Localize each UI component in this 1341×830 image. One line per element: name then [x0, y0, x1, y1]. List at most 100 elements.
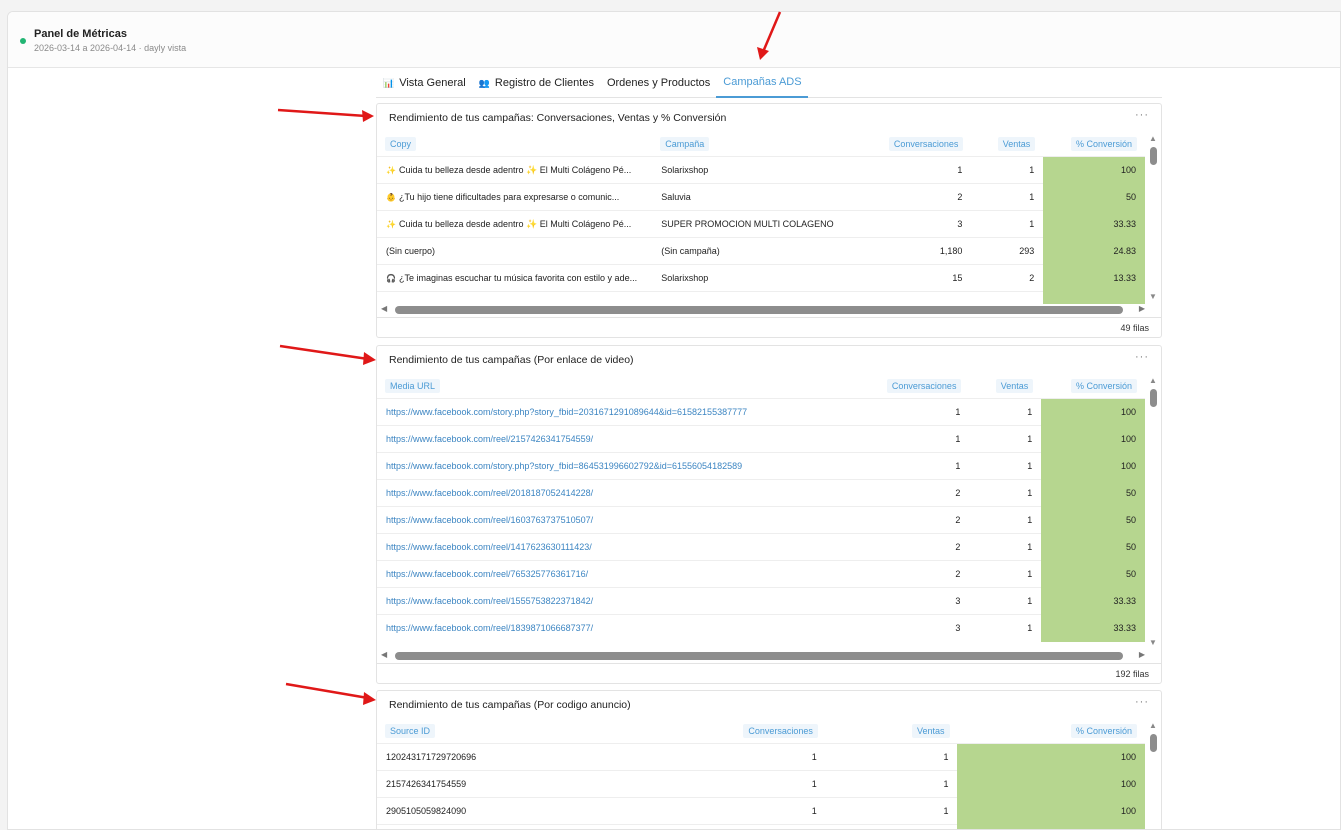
- column-header-conversion[interactable]: % Conversión: [1043, 132, 1145, 156]
- scroll-thumb[interactable]: [1150, 389, 1157, 407]
- card-title: Rendimiento de tus campañas (Por enlace …: [389, 354, 634, 366]
- column-header-sales[interactable]: Ventas: [826, 719, 958, 743]
- scroll-up-icon[interactable]: ▲: [1147, 134, 1159, 144]
- media-url-link[interactable]: https://www.facebook.com/reel/1603763737…: [377, 507, 882, 534]
- table-row[interactable]: ✨ Cuida tu belleza desde adentro ✨ El Mul…: [377, 210, 1145, 238]
- chart-icon: 📊: [383, 77, 395, 88]
- more-options-icon[interactable]: ···: [1135, 109, 1149, 121]
- column-header-conversations[interactable]: Conversaciones: [880, 132, 972, 156]
- table-row[interactable]: https://www.facebook.com/reel/1417623630…: [377, 533, 1145, 561]
- column-header-conversion[interactable]: % Conversión: [1041, 374, 1145, 398]
- scroll-up-icon[interactable]: ▲: [1147, 721, 1159, 731]
- horizontal-scrollbar[interactable]: ◀ ▶: [381, 304, 1145, 316]
- cell-campaign: Solarixshop: [661, 165, 709, 175]
- cell-conversion: 50: [1041, 560, 1145, 588]
- cell-conversations: 1: [955, 434, 961, 444]
- cell-conversations: 2: [955, 515, 961, 525]
- media-url-link[interactable]: https://www.facebook.com/reel/2018187052…: [377, 480, 882, 507]
- cell-source-id: 120243171729720696: [386, 752, 477, 762]
- scroll-right-icon[interactable]: ▶: [1139, 304, 1145, 313]
- table-row[interactable]: 🎧 ¿Te imaginas escuchar tu música favorit…: [377, 264, 1145, 292]
- cell-conversion: 50: [1043, 183, 1145, 211]
- tab-campanas-ads[interactable]: Campañas ADS: [716, 69, 808, 98]
- more-options-icon[interactable]: ···: [1135, 696, 1149, 708]
- cell-sales: 293: [1019, 246, 1035, 256]
- media-url-link[interactable]: https://www.facebook.com/story.php?story…: [377, 453, 882, 480]
- vertical-scrollbar[interactable]: ▲ ▼: [1147, 134, 1159, 302]
- vertical-scrollbar[interactable]: ▲: [1147, 721, 1159, 829]
- card-title: Rendimiento de tus campañas (Por codigo …: [389, 699, 631, 711]
- table-row[interactable]: https://www.facebook.com/reel/1603763737…: [377, 506, 1145, 534]
- column-header-source-id[interactable]: Source ID: [377, 719, 742, 743]
- cell-sales: 1: [1029, 219, 1035, 229]
- table-row[interactable]: https://www.facebook.com/story.php?story…: [377, 398, 1145, 426]
- table-row[interactable]: 2157426341754559 1 1 100: [377, 770, 1145, 798]
- cell-copy: ✨ Cuida tu belleza desde adentro ✨ El Mul…: [386, 218, 632, 229]
- cell-sales: 1: [1027, 569, 1033, 579]
- cell-sales: 2: [1029, 273, 1035, 283]
- cell-conversations: 1: [811, 752, 817, 762]
- table-row[interactable]: https://www.facebook.com/reel/1839871066…: [377, 614, 1145, 642]
- cell-conversations: 3: [955, 596, 961, 606]
- cell-sales: 1: [1027, 434, 1033, 444]
- scroll-thumb[interactable]: [395, 652, 1123, 660]
- video-link-performance-card: Rendimiento de tus campañas (Por enlace …: [376, 345, 1162, 684]
- more-options-icon[interactable]: ···: [1135, 351, 1149, 363]
- cell-conversion: 50: [1041, 479, 1145, 507]
- cell-conversations: 3: [955, 623, 961, 633]
- scroll-down-icon[interactable]: ▼: [1147, 638, 1159, 648]
- column-header-conversations[interactable]: Conversaciones: [742, 719, 826, 743]
- vertical-scrollbar[interactable]: ▲ ▼: [1147, 376, 1159, 648]
- media-url-link[interactable]: https://www.facebook.com/story.php?story…: [377, 399, 882, 426]
- cell-conversion: 100: [957, 743, 1145, 771]
- sparkle-icon: ✨: [386, 219, 396, 229]
- table-row[interactable]: 2905105059824090 1 1 100: [377, 797, 1145, 825]
- table-row[interactable]: https://www.facebook.com/reel/2157426341…: [377, 425, 1145, 453]
- cell-conversion: 33.33: [1041, 614, 1145, 642]
- table-row[interactable]: ✨ Cuida tu belleza desde adentro ✨ El Mul…: [377, 156, 1145, 184]
- horizontal-scrollbar[interactable]: ◀ ▶: [381, 650, 1145, 662]
- table-row[interactable]: 👶 ¿Tu hijo tiene dificultades para expres…: [377, 183, 1145, 211]
- column-header-media-url[interactable]: Media URL: [377, 374, 881, 398]
- table-row[interactable]: https://www.facebook.com/reel/1555753822…: [377, 587, 1145, 615]
- cell-conversations: 2: [955, 569, 961, 579]
- scroll-up-icon[interactable]: ▲: [1147, 376, 1159, 386]
- cell-conversion: 13.33: [1043, 264, 1145, 292]
- cell-sales: 1: [943, 806, 949, 816]
- media-url-link[interactable]: https://www.facebook.com/reel/2157426341…: [377, 426, 882, 453]
- tab-ordenes-productos[interactable]: Ordenes y Productos: [600, 69, 716, 98]
- cell-conversations: 1: [957, 165, 963, 175]
- cell-conversations: 1: [955, 407, 961, 417]
- cell-sales: 1: [1027, 542, 1033, 552]
- column-header-sales[interactable]: Ventas: [971, 132, 1043, 156]
- scroll-thumb[interactable]: [1150, 147, 1157, 165]
- media-url-link[interactable]: https://www.facebook.com/reel/1555753822…: [377, 588, 882, 615]
- scroll-thumb[interactable]: [395, 306, 1123, 314]
- column-header-campaign[interactable]: Campaña: [652, 132, 879, 156]
- table-row[interactable]: https://www.facebook.com/story.php?story…: [377, 452, 1145, 480]
- table-row[interactable]: https://www.facebook.com/reel/2018187052…: [377, 479, 1145, 507]
- cell-copy: (Sin cuerpo): [386, 246, 436, 256]
- tab-registro-clientes[interactable]: 👥 Registro de Clientes: [472, 69, 600, 98]
- scroll-left-icon[interactable]: ◀: [381, 650, 387, 659]
- cell-conversion: 100: [1041, 452, 1145, 480]
- column-header-copy[interactable]: Copy: [377, 132, 652, 156]
- scroll-left-icon[interactable]: ◀: [381, 304, 387, 313]
- column-header-sales[interactable]: Ventas: [969, 374, 1041, 398]
- table-row[interactable]: [377, 824, 1145, 829]
- table-row[interactable]: 120243171729720696 1 1 100: [377, 743, 1145, 771]
- scroll-right-icon[interactable]: ▶: [1139, 650, 1145, 659]
- column-header-conversion[interactable]: % Conversión: [958, 719, 1145, 743]
- scroll-down-icon[interactable]: ▼: [1147, 292, 1159, 302]
- table-row[interactable]: [377, 291, 1145, 304]
- media-url-link[interactable]: https://www.facebook.com/reel/1839871066…: [377, 615, 882, 642]
- media-url-link[interactable]: https://www.facebook.com/reel/7653257763…: [377, 561, 882, 588]
- media-url-link[interactable]: https://www.facebook.com/reel/1417623630…: [377, 534, 882, 561]
- column-header-conversations[interactable]: Conversaciones: [881, 374, 969, 398]
- ad-code-table: Source ID Conversaciones Ventas % Conver…: [377, 719, 1145, 829]
- table-row[interactable]: https://www.facebook.com/reel/7653257763…: [377, 560, 1145, 588]
- campaign-performance-card: Rendimiento de tus campañas: Conversacio…: [376, 103, 1162, 338]
- scroll-thumb[interactable]: [1150, 734, 1157, 752]
- table-row[interactable]: (Sin cuerpo) (Sin campaña) 1,180 293 24.…: [377, 237, 1145, 265]
- tab-vista-general[interactable]: 📊 Vista General: [376, 69, 472, 98]
